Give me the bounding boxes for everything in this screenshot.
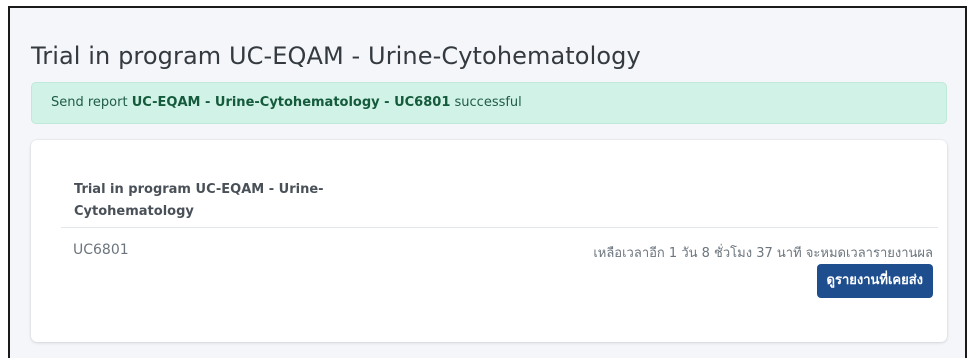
trial-card: Trial in program UC-EQAM - Urine-Cytohem… bbox=[31, 140, 947, 342]
alert-suffix: successful bbox=[450, 95, 522, 110]
view-submitted-reports-button[interactable]: ดูรายงานที่เคยส่ง bbox=[816, 264, 933, 298]
program-code: UC6801 bbox=[73, 242, 129, 258]
card-divider bbox=[61, 227, 938, 228]
success-alert: Send report UC-EQAM - Urine-Cytohematolo… bbox=[31, 82, 947, 124]
time-remaining-text: เหลือเวลาอีก 1 วัน 8 ชั่วโมง 37 นาที จะห… bbox=[593, 246, 933, 261]
page-title: Trial in program UC-EQAM - Urine-Cytohem… bbox=[31, 42, 641, 70]
alert-prefix: Send report bbox=[51, 95, 132, 110]
card-title: Trial in program UC-EQAM - Urine-Cytohem… bbox=[74, 182, 324, 219]
alert-report-name: UC-EQAM - Urine-Cytohematology - UC6801 bbox=[131, 95, 451, 110]
main-content-frame: Trial in program UC-EQAM - Urine-Cytohem… bbox=[8, 6, 967, 358]
